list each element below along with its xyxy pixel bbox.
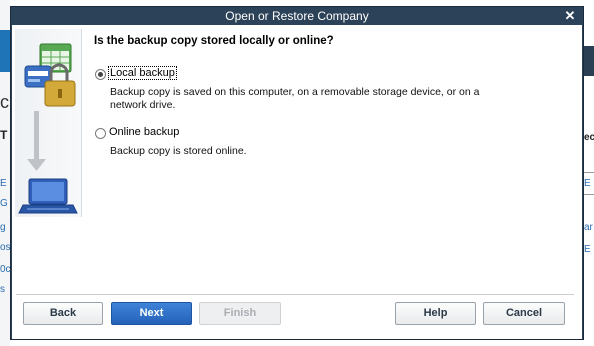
background-link-fragment[interactable]: ar bbox=[584, 222, 594, 233]
back-button[interactable]: Back bbox=[23, 302, 103, 325]
background-link-fragment[interactable]: E bbox=[0, 178, 10, 189]
background-text-fragment: ec bbox=[584, 132, 594, 143]
background-link-fragment[interactable]: E bbox=[584, 178, 594, 189]
background-header-bar bbox=[584, 46, 594, 76]
background-text-fragment: T bbox=[0, 128, 8, 142]
open-restore-dialog: Open or Restore Company ✕ Is the backup … bbox=[10, 6, 584, 340]
background-text-fragment: c bbox=[0, 92, 9, 112]
arrow-down-icon bbox=[27, 111, 46, 171]
close-icon: ✕ bbox=[564, 8, 576, 23]
help-button[interactable]: Help bbox=[395, 302, 476, 325]
background-link-fragment[interactable]: g bbox=[0, 222, 10, 233]
background-window-bottom bbox=[10, 340, 584, 346]
cancel-button[interactable]: Cancel bbox=[483, 302, 565, 325]
background-link-fragment[interactable]: 0c bbox=[0, 264, 10, 275]
background-window-left: c T E G g os 0c s bbox=[0, 0, 10, 346]
background-divider bbox=[584, 194, 594, 195]
local-backup-radio[interactable] bbox=[95, 69, 106, 80]
background-link-fragment[interactable]: G bbox=[0, 198, 10, 209]
background-header-bar bbox=[0, 30, 10, 72]
local-backup-description-line: Backup copy is saved on this computer, o… bbox=[110, 86, 480, 98]
background-window-right: ec E ar E bbox=[584, 0, 594, 346]
local-backup-description-line: network drive. bbox=[110, 99, 176, 111]
online-backup-radio[interactable] bbox=[95, 128, 106, 139]
local-backup-description: Backup copy is saved on this computer, o… bbox=[110, 86, 479, 112]
backup-illustration bbox=[18, 43, 78, 214]
dialog-title: Open or Restore Company bbox=[225, 9, 369, 23]
background-link-fragment[interactable]: s bbox=[0, 284, 10, 295]
wizard-side-panel bbox=[15, 29, 82, 217]
online-backup-label[interactable]: Online backup bbox=[109, 126, 179, 138]
dialog-content: Is the backup copy stored locally or onl… bbox=[12, 25, 582, 339]
finish-button[interactable]: Finish bbox=[199, 302, 281, 325]
online-backup-description-line: Backup copy is stored online. bbox=[110, 145, 247, 157]
question-heading: Is the backup copy stored locally or onl… bbox=[94, 35, 334, 47]
close-button[interactable]: ✕ bbox=[563, 8, 577, 23]
next-button[interactable]: Next bbox=[111, 302, 192, 325]
background-link-fragment[interactable]: os bbox=[0, 242, 10, 253]
local-backup-label[interactable]: Local backup bbox=[108, 66, 177, 80]
laptop-icon bbox=[18, 178, 78, 214]
button-bar-divider bbox=[16, 294, 574, 295]
online-backup-description: Backup copy is stored online. bbox=[110, 145, 247, 158]
dialog-titlebar[interactable]: Open or Restore Company ✕ bbox=[11, 7, 583, 25]
background-link-fragment[interactable]: E bbox=[584, 244, 594, 255]
background-divider bbox=[584, 172, 594, 173]
